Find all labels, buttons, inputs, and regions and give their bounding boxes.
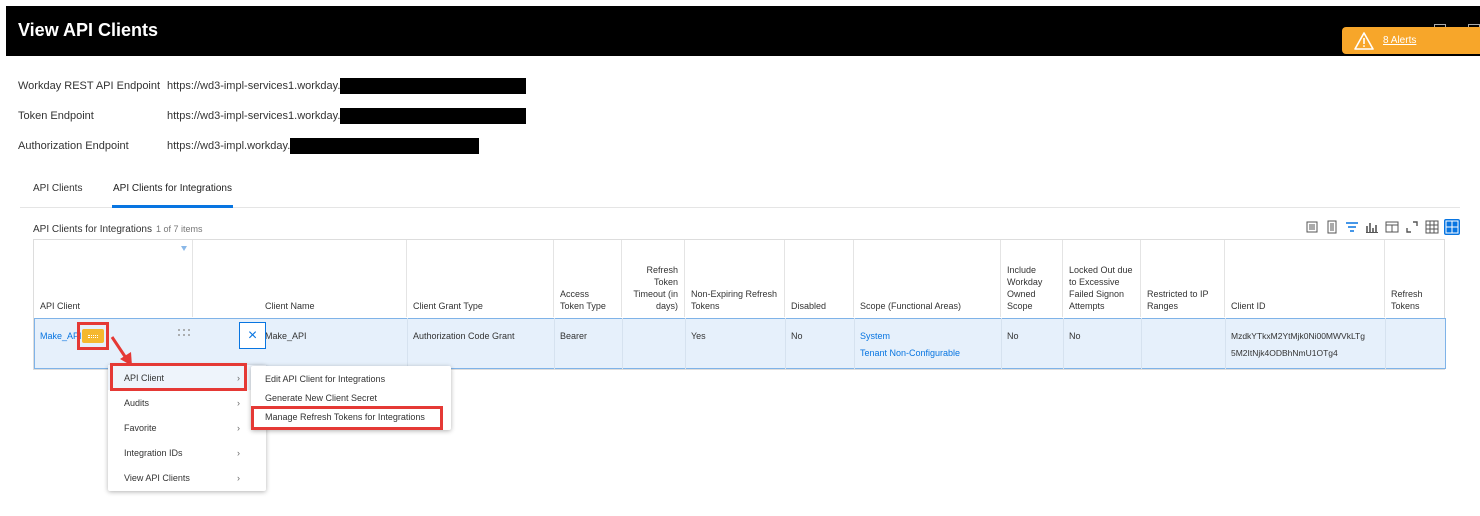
warning-icon (1354, 31, 1374, 50)
cell-grant-type: Authorization Code Grant (413, 331, 515, 341)
client-id-line-1: MzdkYTkxM2YtMjk0Ni00MWVkLTg (1231, 331, 1365, 341)
column-divider (1001, 318, 1002, 369)
column-divider (854, 318, 855, 369)
col-header-include-owned-scope[interactable]: Include Workday Owned Scope (1001, 240, 1063, 317)
cell-token-type: Bearer (560, 331, 588, 341)
menu-item-audits[interactable]: Audits › (108, 390, 266, 415)
menu-item-favorite[interactable]: Favorite › (108, 415, 266, 440)
column-divider (622, 318, 623, 369)
tab-divider (20, 207, 1460, 208)
cell-include-owned: No (1007, 331, 1019, 341)
cell-client-id: MzdkYTkxM2YtMjk0Ni00MWVkLTg 5M2ItNjk4ODB… (1231, 330, 1365, 359)
grid-view-icon[interactable] (1444, 219, 1460, 235)
col-header-disabled[interactable]: Disabled (785, 240, 854, 317)
token-endpoint-label: Token Endpoint (18, 110, 94, 122)
api-client-link[interactable]: Make_API (40, 330, 82, 342)
col-header-grant-type[interactable]: Client Grant Type (407, 240, 554, 317)
cell-non-expiring: Yes (691, 331, 706, 341)
highlight-manage-refresh-tokens (251, 406, 443, 430)
redaction-bar (340, 78, 526, 94)
drag-handle-icon[interactable] (178, 329, 192, 339)
token-endpoint-value: https://wd3-impl-services1.workday. (167, 110, 341, 122)
chevron-right-icon: › (237, 398, 240, 408)
grid-title: API Clients for Integrations 1 of 7 items (33, 224, 202, 235)
col-header-client-id[interactable]: Client ID (1225, 240, 1385, 317)
highlight-related-actions (77, 322, 109, 350)
column-divider (1385, 318, 1386, 369)
chart-icon[interactable] (1364, 219, 1380, 235)
page-title: View API Clients (18, 20, 159, 40)
column-divider (407, 318, 408, 369)
client-id-line-2: 5M2ItNjk4ODBhNmU1OTg4 (1231, 348, 1338, 358)
auth-endpoint-value: https://wd3-impl.workday. (167, 140, 291, 152)
chevron-right-icon: › (237, 448, 240, 458)
page-header: View API Clients (6, 6, 1480, 56)
chevron-right-icon: › (237, 473, 240, 483)
export-excel-icon[interactable] (1304, 219, 1320, 235)
grid-toolbar (1300, 218, 1460, 236)
export-pdf-icon[interactable] (1324, 219, 1340, 235)
cell-disabled: No (791, 331, 803, 341)
grid-item-count: 1 of 7 items (155, 224, 203, 234)
column-divider (1225, 318, 1226, 369)
scope-system-link[interactable]: System (860, 330, 890, 342)
col-header-restricted-ip[interactable]: Restricted to IP Ranges (1141, 240, 1225, 317)
cell-locked-out: No (1069, 331, 1081, 341)
submenu-generate-secret[interactable]: Generate New Client Secret (265, 393, 377, 403)
col-header-non-expiring[interactable]: Non-Expiring Refresh Tokens (685, 240, 785, 317)
column-divider (1063, 318, 1064, 369)
filter-icon[interactable] (1344, 219, 1360, 235)
redaction-bar (340, 108, 526, 124)
auth-endpoint-label: Authorization Endpoint (18, 140, 129, 152)
api-clients-table: API Client Client Name Client Grant Type… (33, 239, 1446, 370)
active-tab-indicator (112, 205, 233, 208)
col-header-refresh-tokens[interactable]: Refresh Tokens (1385, 240, 1444, 317)
menu-item-view-api-clients[interactable]: View API Clients › (108, 465, 266, 490)
column-divider (1141, 318, 1142, 369)
columns-icon[interactable] (1384, 219, 1400, 235)
highlight-api-client-menu-item (110, 363, 247, 391)
grid-title-text: API Clients for Integrations (33, 224, 152, 235)
menu-item-integration-ids[interactable]: Integration IDs › (108, 440, 266, 465)
column-divider (685, 318, 686, 369)
sort-indicator-icon (181, 246, 187, 251)
col-header-token-type[interactable]: Access Token Type (554, 240, 622, 317)
col-header-api-client[interactable]: API Client (34, 240, 193, 317)
table-view-icon[interactable] (1424, 219, 1440, 235)
column-divider (554, 318, 555, 369)
col-header-locked-out[interactable]: Locked Out due to Excessive Failed Signo… (1063, 240, 1141, 317)
redaction-bar (290, 138, 479, 154)
alerts-link[interactable]: 8 Alerts (1383, 35, 1416, 46)
chevron-right-icon: › (237, 423, 240, 433)
cell-client-name: Make_API (265, 331, 307, 341)
rest-endpoint-value: https://wd3-impl-services1.workday. (167, 80, 341, 92)
submenu-edit-api-client[interactable]: Edit API Client for Integrations (265, 374, 385, 384)
alerts-button[interactable]: 8 Alerts (1342, 27, 1480, 54)
col-header-refresh-timeout[interactable]: Refresh Token Timeout (in days) (622, 240, 685, 317)
col-header-scope[interactable]: Scope (Functional Areas) (854, 240, 1001, 317)
tab-api-clients[interactable]: API Clients (33, 183, 82, 194)
tab-api-clients-for-integrations[interactable]: API Clients for Integrations (113, 183, 232, 194)
column-divider (785, 318, 786, 369)
fullscreen-icon[interactable] (1404, 219, 1420, 235)
close-icon[interactable]: × (239, 322, 266, 349)
col-header-client-name[interactable]: Client Name (193, 240, 407, 317)
scope-tenant-link[interactable]: Tenant Non-Configurable (860, 347, 960, 359)
rest-endpoint-label: Workday REST API Endpoint (18, 80, 161, 92)
